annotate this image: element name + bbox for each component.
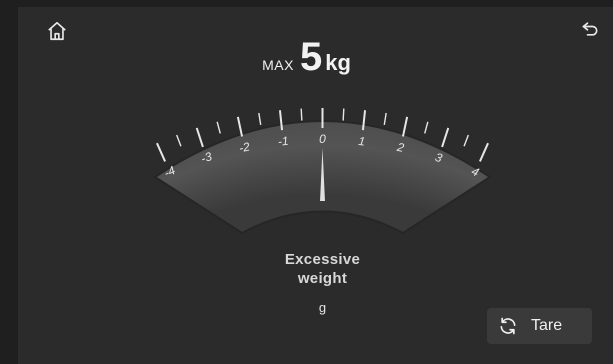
max-label: MAX (262, 57, 294, 73)
status-message: Excessive weight (0, 250, 613, 288)
gauge-major-tick (195, 127, 204, 148)
tare-button[interactable]: Tare (487, 308, 592, 344)
gauge-minor-tick (383, 112, 387, 125)
gauge-minor-tick (175, 134, 182, 147)
max-value: 5 (299, 35, 323, 79)
refresh-icon (497, 315, 519, 337)
gauge-major-tick (478, 142, 489, 162)
gauge-minor-tick (342, 108, 345, 121)
gauge-major-tick (401, 116, 409, 137)
gauge-minor-tick (424, 121, 429, 134)
gauge-major-tick (236, 116, 244, 137)
status-line-1: Excessive (284, 251, 361, 268)
gauge-major-tick (156, 142, 167, 162)
gauge-minor-tick (463, 134, 470, 147)
gauge-minor-tick (258, 112, 262, 125)
max-capacity: MAX 5 kg (0, 34, 613, 80)
weight-gauge: -4-3-2 -1 0 1 234 (153, 108, 492, 235)
tare-label: Tare (531, 317, 563, 334)
gauge-tick-label: 0 (319, 132, 326, 146)
gauge-minor-tick (300, 108, 303, 121)
gauge-minor-tick (216, 121, 221, 134)
gauge-major-tick (441, 127, 450, 148)
max-unit: kg (325, 50, 351, 75)
gauge-tick-label: -1 (277, 134, 289, 149)
status-line-2: weight (297, 270, 348, 287)
